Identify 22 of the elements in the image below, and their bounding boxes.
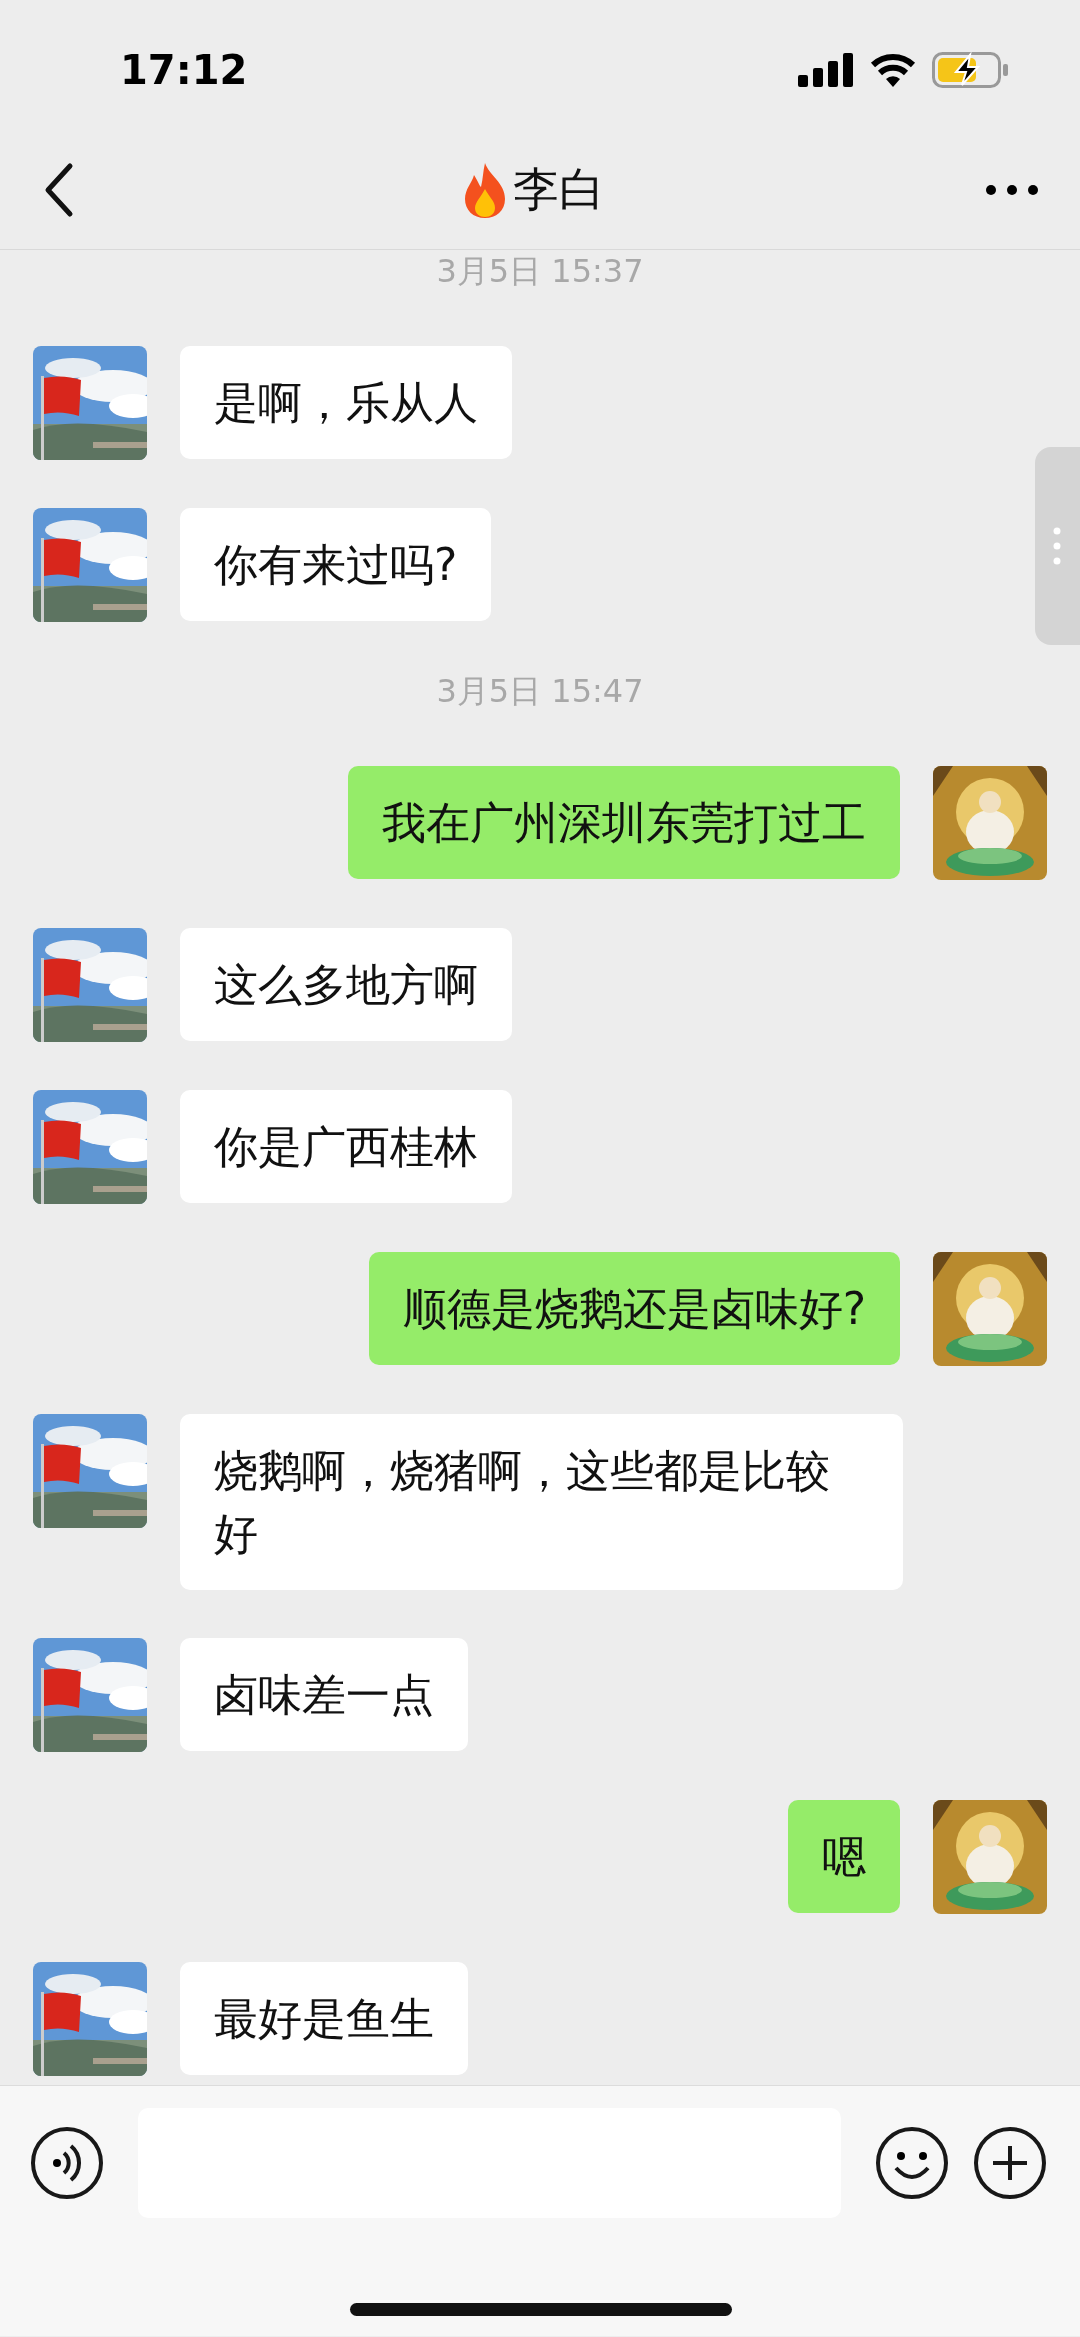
signal-icon	[798, 53, 854, 87]
message-bubble[interactable]: 你是广西桂林	[180, 1090, 512, 1203]
message-bubble[interactable]: 你有来过吗?	[180, 508, 492, 621]
plus-icon[interactable]	[973, 2126, 1047, 2200]
message-bubble[interactable]: 嗯	[788, 1800, 900, 1913]
voice-icon[interactable]	[30, 2126, 104, 2200]
timestamp: 3月5日 15:37	[436, 251, 644, 292]
message-bubble[interactable]: 烧鹅啊，烧猪啊，这些都是比较好	[180, 1414, 903, 1590]
message-bubble[interactable]: 卤味差一点	[180, 1638, 468, 1751]
side-handle-icon[interactable]	[1035, 447, 1080, 645]
emoji-icon[interactable]	[875, 2126, 949, 2200]
status-time: 17:12	[120, 46, 249, 93]
wifi-icon	[870, 53, 916, 87]
battery-charging-icon	[932, 52, 1010, 88]
message-bubble[interactable]: 我在广州深圳东莞打过工	[348, 766, 900, 879]
message-bubble[interactable]: 最好是鱼生	[180, 1962, 468, 2075]
message-bubble[interactable]: 这么多地方啊	[180, 928, 512, 1041]
more-icon[interactable]	[984, 182, 1040, 197]
chat-title: 李白	[513, 160, 605, 218]
message-bubble[interactable]: 顺德是烧鹅还是卤味好?	[368, 1252, 900, 1365]
timestamp: 3月5日 15:47	[436, 671, 644, 712]
message-bubble[interactable]: 是啊，乐从人	[180, 346, 512, 459]
